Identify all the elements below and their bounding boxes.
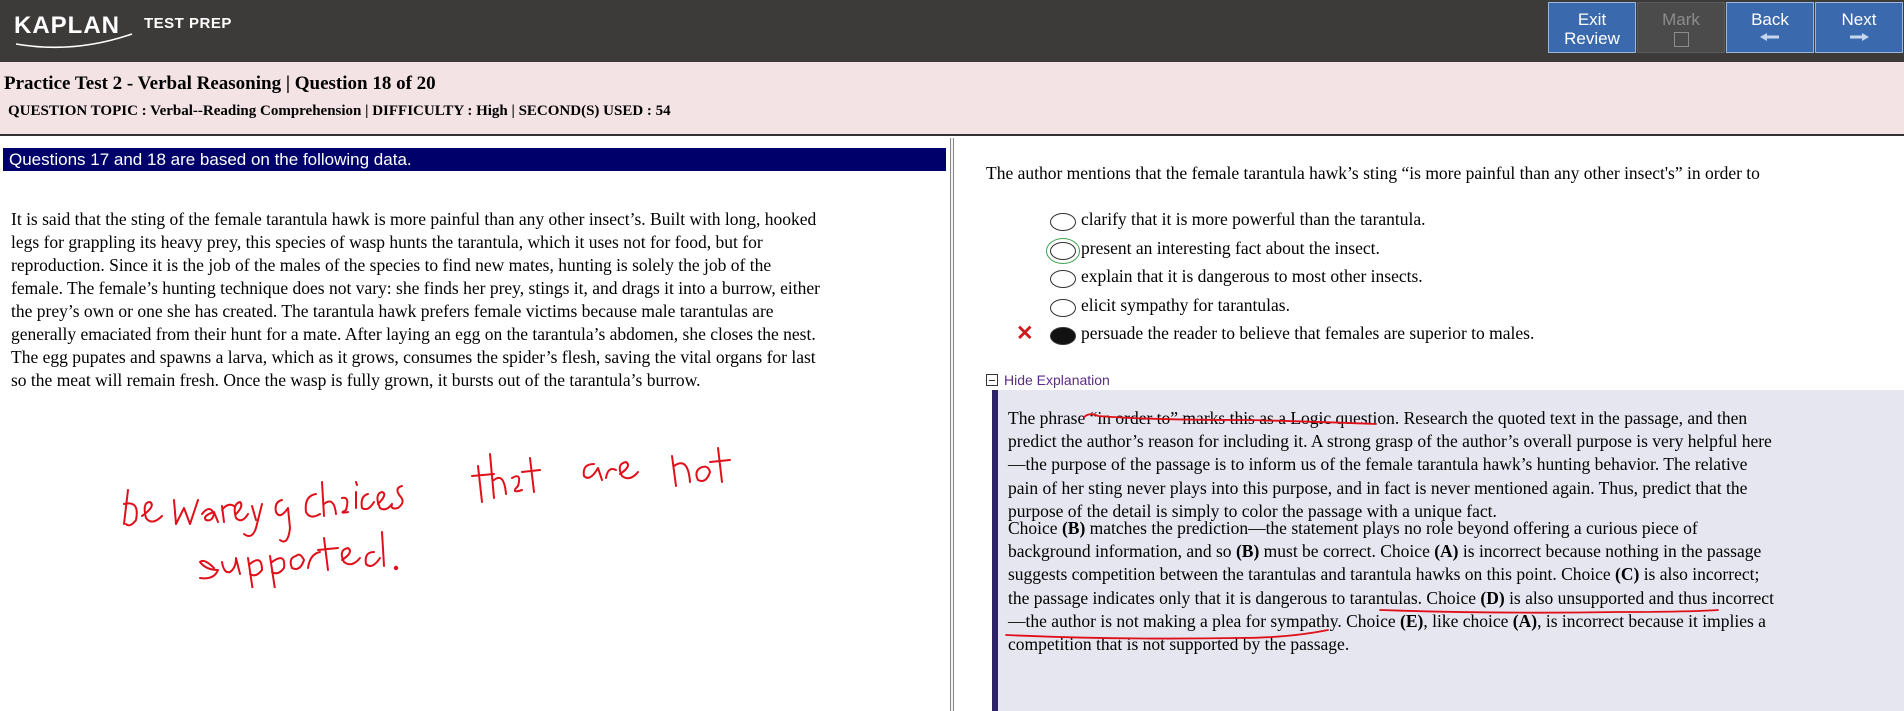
- choice-reference: (E): [1400, 610, 1424, 631]
- explanation-text: background information, and so: [1008, 541, 1236, 562]
- explanation-line: pain of her sting never plays into this …: [1008, 477, 1748, 498]
- choice-reference: (A): [1434, 541, 1459, 562]
- explanation-text: Choice: [1008, 518, 1062, 538]
- choice-d[interactable]: elicit sympathy for tarantulas.: [986, 292, 1886, 321]
- choice-reference: (C): [1615, 564, 1640, 585]
- radio-button[interactable]: [1050, 213, 1076, 231]
- explanation-text: suggests competition between the tarantu…: [1008, 564, 1616, 585]
- choice-text: persuade the reader to believe that fema…: [1081, 323, 1535, 343]
- passage-line: reproduction. Since it is the job of the…: [11, 255, 772, 275]
- nav-buttons: Exit Review Mark Back Next: [1548, 2, 1904, 54]
- passage-pane: Questions 17 and 18 are based on the fol…: [0, 138, 950, 711]
- question-pane: The author mentions that the female tara…: [956, 138, 1904, 711]
- arrow-left-icon: [1760, 33, 1779, 41]
- passage-line: generally emaciated from their hunt for …: [11, 324, 816, 344]
- explanation-paragraph-2: Choice (B) matches the prediction—the st…: [1008, 517, 1888, 656]
- hide-explanation-toggle[interactable]: Hide Explanation: [986, 372, 1110, 388]
- answer-choices: clarify that it is more powerful than th…: [986, 206, 1886, 349]
- choice-reference: (B): [1061, 518, 1086, 538]
- explanation-text: is also unsupported and thus incorrect: [1504, 587, 1774, 608]
- radio-button-selected[interactable]: [1050, 327, 1076, 345]
- mark-label: Mark: [1662, 10, 1700, 29]
- passage-line: legs for grappling its heavy prey, this …: [11, 232, 763, 252]
- explanation-text: is also incorrect;: [1639, 564, 1760, 585]
- explanation-text: , like choice: [1423, 610, 1513, 631]
- back-label: Back: [1751, 10, 1789, 29]
- explanation-text: —the author is not making a plea for sym…: [1008, 610, 1401, 631]
- logo-subtitle: TEST PREP: [144, 15, 232, 32]
- explanation-paragraph-1: The phrase “in order to” marks this as a…: [1008, 407, 1888, 523]
- next-button[interactable]: Next: [1815, 2, 1903, 53]
- explanation-line: The phrase “in order to” marks this as a…: [1008, 408, 1748, 428]
- exit-label: Exit: [1577, 10, 1607, 29]
- question-header: Practice Test 2 - Verbal Reasoning | Que…: [0, 62, 1904, 136]
- choice-reference: (B): [1235, 541, 1260, 562]
- choice-b[interactable]: present an interesting fact about the in…: [986, 235, 1886, 264]
- radio-button[interactable]: [1050, 270, 1076, 288]
- explanation-line: suggests competition between the tarantu…: [1008, 563, 1888, 586]
- choice-reference: (A): [1512, 610, 1538, 631]
- hide-explanation-label: Hide Explanation: [1004, 372, 1110, 388]
- back-button[interactable]: Back: [1726, 2, 1814, 53]
- passage-line: The egg pupates and spawns a larva, whic…: [11, 347, 816, 367]
- arrow-right-icon: [1850, 33, 1869, 41]
- passage-line: It is said that the sting of the female …: [11, 209, 817, 229]
- explanation-line: background information, and so (B) must …: [1008, 540, 1888, 563]
- pane-splitter[interactable]: [950, 138, 954, 711]
- top-toolbar: KAPLAN TEST PREP Exit Review Mark Back N…: [0, 0, 1904, 62]
- passage-text: It is said that the sting of the female …: [11, 208, 941, 392]
- explanation-text: must be correct. Choice: [1259, 541, 1435, 562]
- explanation-line: —the author is not making a plea for sym…: [1008, 610, 1888, 633]
- collapse-minus-icon: [986, 374, 998, 386]
- choice-text: present an interesting fact about the in…: [1081, 237, 1380, 258]
- choice-text: clarify that it is more powerful than th…: [1081, 209, 1426, 229]
- logo-swoosh-icon: [15, 33, 133, 49]
- question-topic-line: QUESTION TOPIC : Verbal--Reading Compreh…: [8, 103, 671, 119]
- explanation-text: is incorrect because nothing in the pass…: [1458, 541, 1762, 562]
- passage-line: female. The female’s hunting technique d…: [11, 278, 820, 298]
- choice-reference: (D): [1480, 587, 1505, 608]
- explanation-line: the passage indicates only that it is da…: [1008, 587, 1888, 610]
- question-stem: The author mentions that the female tara…: [986, 163, 1760, 183]
- choice-a[interactable]: clarify that it is more powerful than th…: [986, 206, 1886, 235]
- handwritten-annotation: [123, 447, 731, 588]
- passage-line: the prey’s own or one she has created. T…: [11, 301, 774, 321]
- explanation-line: predict the author’s reason for includin…: [1008, 431, 1772, 452]
- explanation-line: —the purpose of the passage is to inform…: [1008, 454, 1748, 475]
- mark-button[interactable]: Mark: [1637, 2, 1725, 53]
- choice-e[interactable]: ✕ persuade the reader to believe that fe…: [986, 320, 1886, 349]
- passage-banner: Questions 17 and 18 are based on the fol…: [3, 148, 946, 171]
- choice-c[interactable]: explain that it is dangerous to most oth…: [986, 263, 1886, 292]
- choice-text: elicit sympathy for tarantulas.: [1081, 294, 1290, 315]
- explanation-panel: The phrase “in order to” marks this as a…: [992, 390, 1904, 711]
- mark-checkbox[interactable]: [1673, 32, 1689, 47]
- page-title: Practice Test 2 - Verbal Reasoning | Que…: [4, 73, 436, 94]
- review-label: Review: [1564, 29, 1620, 48]
- exit-review-button[interactable]: Exit Review: [1548, 2, 1636, 53]
- explanation-text: competition that is not supported by the…: [1008, 634, 1350, 655]
- next-label: Next: [1841, 10, 1877, 29]
- passage-line: so the meat will remain fresh. Once the …: [11, 370, 701, 390]
- explanation-line: competition that is not supported by the…: [1008, 633, 1888, 656]
- radio-button[interactable]: [1046, 237, 1080, 264]
- explanation-text: the passage indicates only that it is da…: [1008, 587, 1481, 608]
- incorrect-x-icon: ✕: [1016, 322, 1034, 345]
- radio-button[interactable]: [1050, 298, 1076, 317]
- choice-text: explain that it is dangerous to most oth…: [1081, 266, 1423, 286]
- explanation-line: Choice (B) matches the prediction—the st…: [1008, 517, 1888, 540]
- explanation-text: , is incorrect because it implies a: [1537, 610, 1766, 631]
- explanation-text: matches the prediction—the statement pla…: [1085, 518, 1698, 538]
